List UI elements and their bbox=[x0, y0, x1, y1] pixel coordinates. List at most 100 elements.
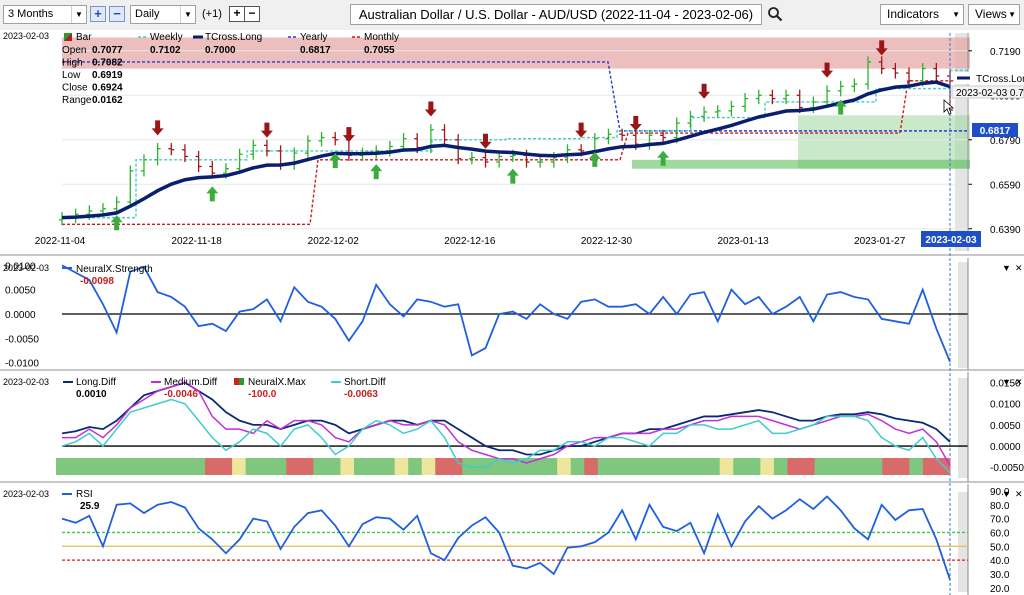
ohlc-label: Open bbox=[62, 45, 86, 56]
x-tick-label: 2022-11-18 bbox=[171, 236, 222, 247]
state-bar-cell bbox=[232, 458, 247, 475]
y-tick-label: 60.0 bbox=[990, 528, 1010, 539]
range-select[interactable]: 3 Months ▼ bbox=[3, 5, 87, 24]
state-bar-cell bbox=[746, 458, 761, 475]
state-bar-cell bbox=[218, 458, 233, 475]
x-tick-label: 2022-12-16 bbox=[444, 236, 496, 247]
state-bar-cell bbox=[557, 458, 572, 475]
state-bar-cell bbox=[123, 458, 138, 475]
state-bar-cell bbox=[272, 458, 287, 475]
legend-value: 0.6817 bbox=[300, 45, 331, 56]
state-bar-cell bbox=[421, 458, 436, 475]
search-icon[interactable] bbox=[767, 6, 783, 22]
diff-legend-label: Short.Diff bbox=[344, 377, 386, 388]
legend-swatch bbox=[234, 378, 239, 385]
state-bar-cell bbox=[177, 458, 192, 475]
ohlc-label: High bbox=[62, 58, 83, 69]
diff-legend-label: Long.Diff bbox=[76, 377, 116, 388]
state-bar-cell bbox=[110, 458, 125, 475]
state-bar-cell bbox=[326, 458, 341, 475]
diff-legend-label: Medium.Diff bbox=[164, 377, 217, 388]
x-tick-label: 2023-01-13 bbox=[717, 236, 769, 247]
state-bar-cell bbox=[137, 458, 152, 475]
state-bar-cell bbox=[760, 458, 775, 475]
state-bar-cell bbox=[814, 458, 829, 475]
zoom-in-button[interactable]: + bbox=[90, 6, 106, 22]
state-bar-cell bbox=[692, 458, 707, 475]
interval-value: Daily bbox=[135, 8, 160, 20]
step-back-button[interactable]: − bbox=[244, 6, 260, 22]
yearly-tag-label: 0.6817 bbox=[980, 126, 1011, 137]
state-bar-cell bbox=[354, 458, 369, 475]
views-button[interactable]: Views ▼ bbox=[968, 4, 1020, 25]
state-bar-cell bbox=[69, 458, 84, 475]
state-bar-cell bbox=[164, 458, 179, 475]
close-icon: ✕ bbox=[1015, 489, 1023, 499]
state-bar-cell bbox=[408, 458, 423, 475]
panel-date: 2023-02-03 bbox=[3, 263, 49, 273]
x-tick-label: 2022-12-30 bbox=[581, 236, 633, 247]
state-bar-cell bbox=[652, 458, 667, 475]
state-bar-cell bbox=[313, 458, 328, 475]
state-bar-cell bbox=[150, 458, 165, 475]
state-bar-cell bbox=[828, 458, 843, 475]
state-bar-cell bbox=[706, 458, 721, 475]
legend-label: Bar bbox=[76, 32, 92, 43]
cursor-column bbox=[958, 492, 968, 592]
state-bar-cell bbox=[205, 458, 220, 475]
chart-area[interactable]: 0.71900.69900.67900.65900.63902022-11-04… bbox=[0, 30, 1024, 595]
y-tick-label: 0.0000 bbox=[990, 442, 1021, 453]
y-tick-label: 0.0050 bbox=[990, 421, 1021, 432]
ohlc-value: 0.7077 bbox=[92, 45, 123, 56]
cursor-column bbox=[958, 262, 968, 368]
ohlc-value: 0.7082 bbox=[92, 58, 123, 69]
step-forward-button[interactable]: + bbox=[229, 6, 245, 22]
strength-value: -0.0098 bbox=[80, 276, 114, 287]
state-bar-cell bbox=[286, 458, 301, 475]
tcross-date-tag: 2023-02-03 0.7 bbox=[956, 88, 1024, 99]
zoom-out-button[interactable]: − bbox=[109, 6, 125, 22]
y-tick-label: 0.6790 bbox=[990, 136, 1021, 147]
legend-swatch bbox=[239, 378, 244, 385]
legend-label: TCross.Long bbox=[205, 32, 262, 43]
state-bar-cell bbox=[787, 458, 802, 475]
instrument-title[interactable]: Australian Dollar / U.S. Dollar - AUD/US… bbox=[350, 4, 762, 25]
y-tick-label: 0.6590 bbox=[990, 180, 1021, 191]
state-bar-cell bbox=[367, 458, 382, 475]
diff-legend-label: NeuralX.Max bbox=[248, 377, 306, 388]
panel-date: 2023-02-03 bbox=[3, 377, 49, 387]
y-tick-label: 0.0000 bbox=[5, 310, 36, 321]
state-bar-cell bbox=[584, 458, 599, 475]
state-bar-cell bbox=[259, 458, 274, 475]
interval-select[interactable]: Daily ▼ bbox=[130, 5, 196, 24]
chevron-down-icon: ▼ bbox=[1002, 263, 1011, 273]
state-bar-cell bbox=[719, 458, 734, 475]
state-bar-cell bbox=[56, 458, 71, 475]
chevron-down-icon: ▼ bbox=[1008, 10, 1016, 19]
state-bar-cell bbox=[570, 458, 585, 475]
indicators-button[interactable]: Indicators ▼ bbox=[880, 4, 964, 25]
chevron-down-icon: ▼ bbox=[180, 6, 195, 23]
cursor-date-tag-label: 2023-02-03 bbox=[925, 235, 977, 246]
state-bar-cell bbox=[611, 458, 626, 475]
state-bar-cell bbox=[340, 458, 355, 475]
rsi-title: RSI bbox=[76, 489, 93, 500]
x-tick-label: 2023-01-27 bbox=[854, 236, 906, 247]
ohlc-label: Low bbox=[62, 70, 81, 81]
state-bar-cell bbox=[543, 458, 558, 475]
cursor-date-label: 2023-02-03 bbox=[3, 31, 49, 41]
state-bar-cell bbox=[733, 458, 748, 475]
legend-label: Yearly bbox=[300, 32, 327, 43]
state-bar-cell bbox=[868, 458, 883, 475]
y-tick-label: 80.0 bbox=[990, 501, 1010, 512]
state-bar-cell bbox=[96, 458, 111, 475]
tcross-tag-label: TCross.Long bbox=[976, 74, 1024, 85]
state-bar-cell bbox=[855, 458, 870, 475]
diff-legend-value: -0.0046 bbox=[164, 389, 198, 400]
support-zone bbox=[632, 159, 970, 169]
state-bar-cell bbox=[83, 458, 98, 475]
chevron-down-icon: ▼ bbox=[1002, 489, 1011, 499]
state-bar-cell bbox=[638, 458, 653, 475]
indicators-label: Indicators bbox=[887, 7, 940, 21]
state-bar-cell bbox=[773, 458, 788, 475]
